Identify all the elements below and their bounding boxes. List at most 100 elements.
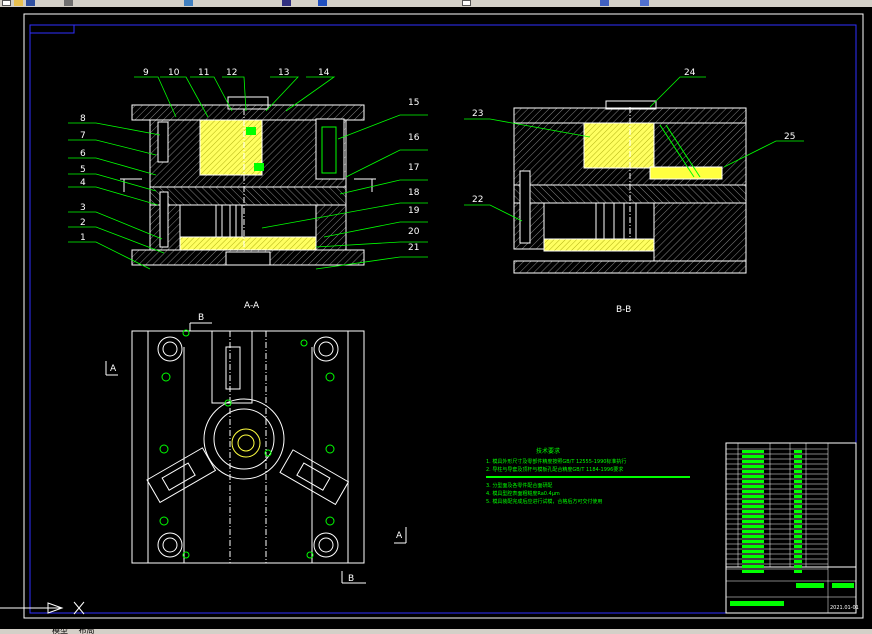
print-icon[interactable] bbox=[64, 0, 73, 6]
bom-cell-text bbox=[742, 495, 764, 498]
part-no-6: 6 bbox=[80, 149, 86, 159]
text-icon[interactable] bbox=[462, 0, 471, 6]
bom-cell-text bbox=[794, 535, 802, 538]
bom-cell-text bbox=[794, 495, 802, 498]
part-no-10: 10 bbox=[168, 68, 180, 78]
bom-cell-text bbox=[794, 500, 802, 503]
part-no-16: 16 bbox=[408, 133, 420, 143]
part-no-15: 15 bbox=[408, 98, 419, 108]
part-no-23: 23 bbox=[472, 109, 483, 119]
title-block: 2021.01-01 bbox=[725, 442, 859, 614]
view-marker-b-top: B bbox=[198, 313, 204, 323]
bom-cell-text bbox=[794, 455, 802, 458]
view-marker-b-bottom: B bbox=[348, 574, 354, 584]
tech-note-2: 2. 导柱与导套及顶杆与模板孔配合精度GB/T 1184-1996要求 bbox=[486, 466, 623, 473]
bom-cell-text bbox=[742, 505, 764, 508]
part-no-7: 7 bbox=[80, 131, 86, 141]
part-no-18: 18 bbox=[408, 188, 420, 198]
part-no-1: 1 bbox=[80, 233, 86, 243]
bom-cell-text bbox=[742, 500, 764, 503]
tab-layout[interactable]: 布局 bbox=[79, 629, 95, 634]
bom-cell-text bbox=[742, 565, 764, 568]
bom-cell-text bbox=[794, 540, 802, 543]
drawing-canvas[interactable]: A-A 8 7 6 5 4 3 2 1 9 10 11 12 13 14 15 … bbox=[0, 7, 872, 629]
part-no-22: 22 bbox=[472, 195, 483, 205]
part-no-25: 25 bbox=[784, 132, 795, 142]
bom-cell-text bbox=[794, 520, 802, 523]
bom-cell-text bbox=[794, 565, 802, 568]
tech-notes-title: 技术要求 bbox=[536, 447, 560, 455]
layer-icon[interactable] bbox=[318, 0, 327, 6]
bom-cell-text bbox=[742, 510, 764, 513]
part-no-20: 20 bbox=[408, 227, 420, 237]
bom-cell-text bbox=[742, 540, 764, 543]
status-bar: 模型 布局 bbox=[0, 629, 872, 634]
bom-cell-text bbox=[794, 470, 802, 473]
bom-cell-text bbox=[742, 480, 764, 483]
tech-note-1: 1. 模具外形尺寸及零部件精度按照GB/T 12555-1990标准执行 bbox=[486, 458, 626, 465]
bom-cell-text bbox=[794, 460, 802, 463]
section-bb: B-B bbox=[513, 100, 747, 315]
bom-cell-text bbox=[794, 530, 802, 533]
part-no-21: 21 bbox=[408, 243, 419, 253]
bom-cell-text bbox=[794, 465, 802, 468]
bom-cell-text bbox=[794, 570, 802, 573]
part-no-2: 2 bbox=[80, 218, 86, 228]
bom-cell-text bbox=[742, 475, 764, 478]
bom-cell-text bbox=[742, 560, 764, 563]
cad-drawing: A-A 8 7 6 5 4 3 2 1 9 10 11 12 13 14 15 … bbox=[0, 13, 864, 619]
bom-cell-text bbox=[794, 545, 802, 548]
bom-cell-text bbox=[742, 545, 764, 548]
bom-cell-text bbox=[794, 555, 802, 558]
corner-box bbox=[29, 24, 75, 34]
bom-cell-text bbox=[794, 450, 802, 453]
part-no-9: 9 bbox=[143, 68, 149, 78]
bom-cell-text bbox=[742, 515, 764, 518]
bom-cell-text bbox=[742, 570, 764, 573]
bom-cell-text bbox=[794, 505, 802, 508]
part-no-24: 24 bbox=[684, 68, 696, 78]
pan-icon[interactable] bbox=[282, 0, 291, 6]
bom-cell-text bbox=[742, 490, 764, 493]
part-no-17: 17 bbox=[408, 163, 419, 173]
part-no-14: 14 bbox=[318, 68, 330, 78]
part-no-5: 5 bbox=[80, 165, 86, 175]
dim-icon[interactable] bbox=[600, 0, 609, 6]
bom-cell-text bbox=[794, 525, 802, 528]
tab-model[interactable]: 模型 bbox=[52, 629, 68, 634]
bom-cell-text bbox=[742, 535, 764, 538]
bom-cell-text bbox=[794, 490, 802, 493]
bom-cell-text bbox=[794, 515, 802, 518]
section-bb-label: B-B bbox=[616, 305, 631, 315]
part-no-12: 12 bbox=[226, 68, 237, 78]
tech-note-3: 3. 分型面及各零件配合面研配 bbox=[486, 482, 552, 489]
prop-icon[interactable] bbox=[640, 0, 649, 6]
bom-cell-text bbox=[742, 455, 764, 458]
bom-cell-text bbox=[794, 510, 802, 513]
bom-cell-text bbox=[742, 555, 764, 558]
zoom-icon[interactable] bbox=[184, 0, 193, 6]
new-icon[interactable] bbox=[2, 0, 11, 6]
layout-tabs: 模型 布局 bbox=[2, 629, 95, 634]
bom-cell-text bbox=[794, 485, 802, 488]
bom-cell-text bbox=[742, 520, 764, 523]
bom-cell-text bbox=[742, 470, 764, 473]
bom-cell-text bbox=[742, 460, 764, 463]
bom-cell-text bbox=[794, 480, 802, 483]
bom-cell-text bbox=[794, 475, 802, 478]
save-icon[interactable] bbox=[26, 0, 35, 6]
part-no-11: 11 bbox=[198, 68, 209, 78]
part-no-8: 8 bbox=[80, 114, 86, 124]
bom-cell-text bbox=[742, 450, 764, 453]
bom-cell-text bbox=[794, 560, 802, 563]
part-no-3: 3 bbox=[80, 203, 86, 213]
tech-note-5: 5. 模具装配完成后应进行试模，合格后方可交付使用 bbox=[486, 498, 602, 505]
part-no-13: 13 bbox=[278, 68, 289, 78]
ucs-icon bbox=[0, 601, 85, 615]
bom-cell-text bbox=[742, 485, 764, 488]
section-aa: A-A bbox=[120, 96, 376, 311]
view-marker-a-left: A bbox=[110, 364, 117, 374]
bom-cell-text bbox=[794, 550, 802, 553]
open-icon[interactable] bbox=[14, 0, 23, 6]
section-aa-label: A-A bbox=[244, 301, 260, 311]
